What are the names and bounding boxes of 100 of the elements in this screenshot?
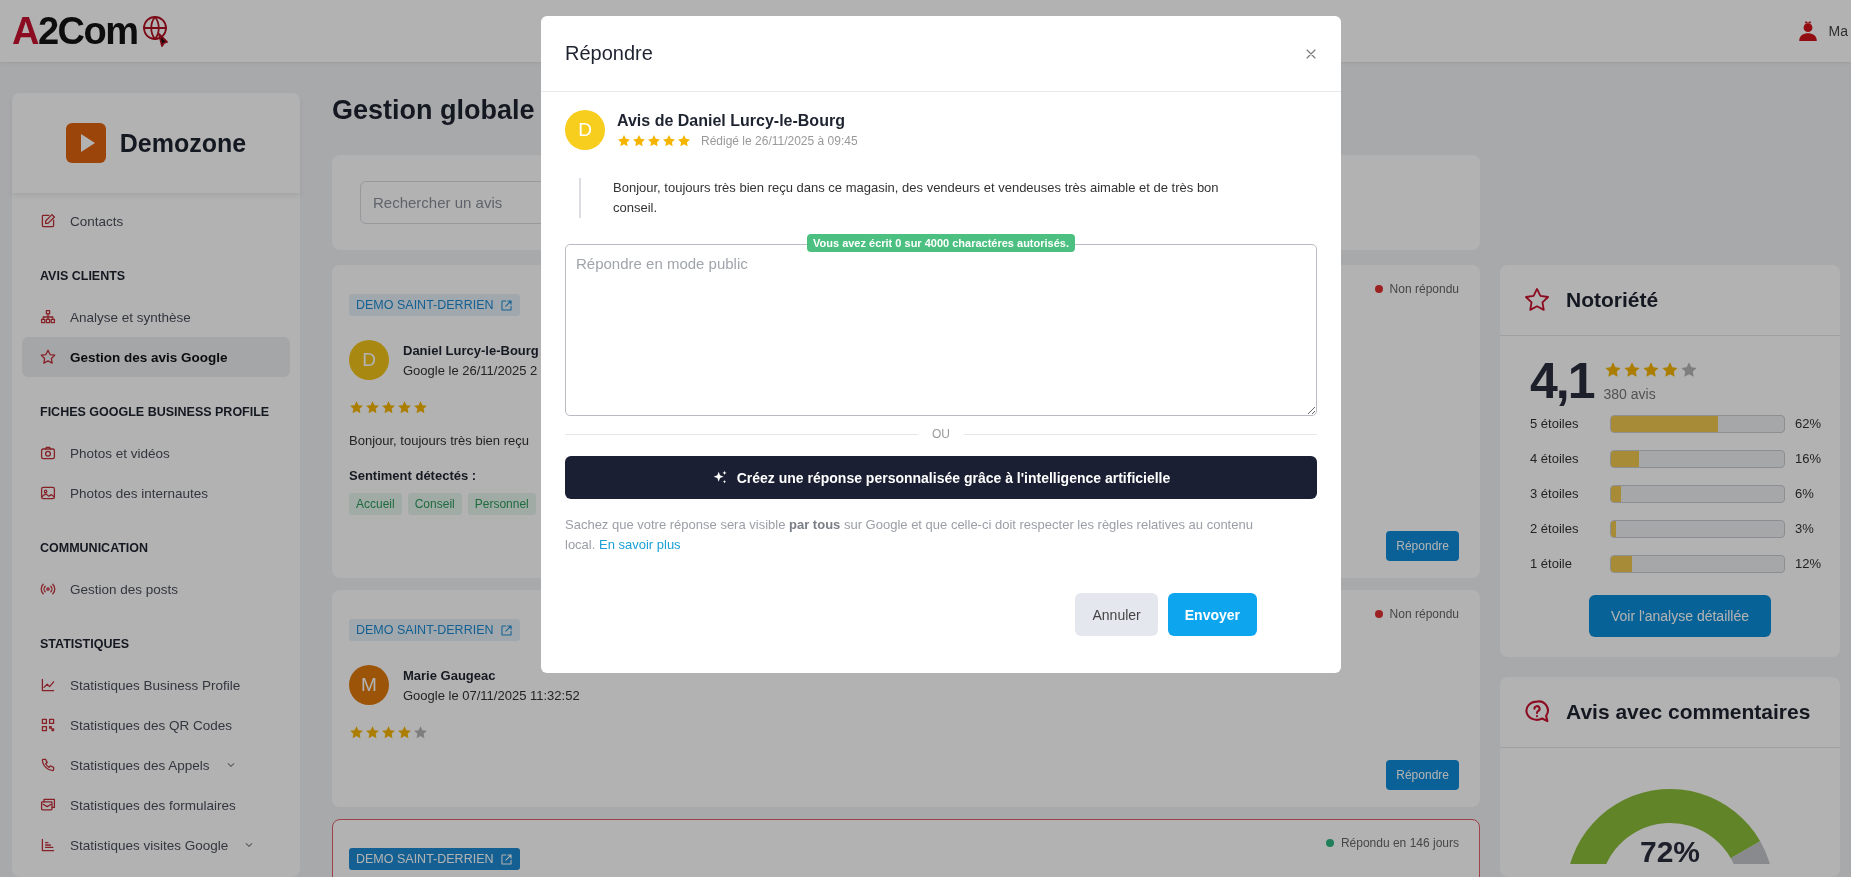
star-icon (1524, 287, 1550, 313)
review-quote: Bonjour, toujours très bien reçu dans ce magasin, des vendeurs et vendeuses très aimable et de très bon conseil. (579, 178, 1317, 218)
status-text: Non répondu (1389, 607, 1459, 621)
nav-item[interactable]: Photos et vidéos (22, 433, 290, 473)
nav-item[interactable]: Statistiques visites Google (22, 825, 290, 865)
user-name[interactable]: Ma (1828, 23, 1848, 39)
user-icon (1796, 20, 1819, 42)
review-date: Google le 07/11/2025 11:32:52 (403, 687, 580, 703)
detailed-analysis-button[interactable]: Voir l'analyse détaillée (1588, 595, 1772, 637)
avatar: D (565, 110, 605, 150)
section-heading: COMMUNICATION (39, 540, 150, 557)
status-text: Non répondu (1389, 282, 1459, 296)
phone-icon (40, 757, 56, 773)
rating-percent: 16% (1795, 451, 1823, 466)
nav-item[interactable]: Statistiques des Appels (22, 745, 290, 785)
review-date: Google le 26/11/2025 2 (403, 362, 539, 378)
sentiment-label: Sentiment détectés : (349, 468, 477, 483)
nav-item[interactable]: Contacts (22, 201, 290, 241)
star-icon (349, 400, 364, 415)
image-icon (40, 485, 56, 501)
rating-score: 4,1 (1530, 352, 1594, 410)
brand-name: Demozone (119, 128, 247, 158)
star-icon (381, 725, 396, 740)
nav-item[interactable]: Statistiques des QR Codes (22, 705, 290, 745)
separator-text: OU (932, 427, 950, 441)
star-icon (397, 400, 412, 415)
play-logo-icon (65, 123, 106, 163)
nav-item[interactable]: Gestion des avis Google (22, 337, 290, 377)
reply-button[interactable]: Répondre (1386, 531, 1459, 561)
review-count: 380 avis (1603, 385, 1657, 402)
pencil-square-icon (40, 213, 56, 229)
question-bubble-icon (1524, 699, 1550, 725)
sparkle-icon (711, 470, 727, 485)
section-heading: STATISTIQUES (39, 636, 131, 653)
status-text: Répondu en 146 jours (1340, 836, 1459, 850)
review-text: Bonjour, toujours très bien reçu (349, 433, 529, 448)
nav-item[interactable]: Analyse et synthèse (22, 297, 290, 337)
star-icon (632, 134, 646, 148)
review-date: Rédigé le 26/11/2025 à 09:45 (701, 134, 858, 148)
star-icon (413, 400, 428, 415)
sentiment-tag: Accueil (349, 493, 402, 515)
rating-label: 3 étoiles (1530, 486, 1580, 501)
learn-more-link[interactable]: En savoir plus (598, 537, 681, 552)
rating-percent: 3% (1795, 521, 1815, 536)
bar-chart-icon (40, 837, 56, 853)
nav-item[interactable]: Statistiques Business Profile (22, 665, 290, 705)
logo-link[interactable]: A2Com (12, 9, 172, 53)
star-icon (1622, 360, 1641, 379)
section-heading: AVIS CLIENTS (39, 268, 127, 285)
star-icon (1660, 360, 1679, 379)
cancel-button[interactable]: Annuler (1075, 593, 1158, 636)
nav-item[interactable]: Gestion des posts (22, 569, 290, 609)
star-icon (349, 725, 364, 740)
star-icon (1679, 360, 1698, 379)
external-link-icon (499, 852, 513, 866)
ai-reply-button[interactable]: Créez une réponse personnalisée grâce à l'intelligence artificielle (565, 456, 1317, 499)
star-icon (365, 725, 380, 740)
star-icon (647, 134, 661, 148)
card-title: Avis avec commentaires (1566, 700, 1811, 724)
envelope-icon (40, 797, 56, 813)
nav-item[interactable]: Statistiques des formulaires (22, 785, 290, 825)
rating-label: 5 étoiles (1530, 416, 1580, 431)
rating-label: 2 étoiles (1530, 521, 1580, 536)
qr-code-icon (40, 717, 56, 733)
camera-icon (40, 445, 56, 461)
external-link-icon (499, 623, 513, 637)
nav-item[interactable]: Photos des internautes (22, 473, 290, 513)
card-title: Notoriété (1566, 288, 1659, 312)
star-icon (413, 725, 428, 740)
author-name: Marie Gaugeac (403, 667, 497, 683)
star-icon (677, 134, 691, 148)
modal-title: Répondre (565, 42, 653, 65)
page-title: Gestion globale (332, 94, 535, 127)
character-counter: Vous avez écrit 0 sur 4000 charactéres autorisés. (807, 234, 1075, 252)
star-icon (662, 134, 676, 148)
rating-percent: 62% (1795, 416, 1823, 431)
star-icon (40, 349, 56, 365)
star-icon (1603, 360, 1622, 379)
site-link[interactable]: DEMO SAINT-DERRIEN (349, 848, 520, 870)
reply-button[interactable]: Répondre (1386, 760, 1459, 790)
hierarchy-icon (40, 309, 56, 325)
sentiment-tag: Personnel (467, 493, 536, 515)
avatar: D (349, 340, 389, 380)
avatar: M (349, 665, 389, 705)
broadcast-icon (40, 581, 56, 597)
donut-center-label: 72% (1640, 835, 1700, 864)
star-icon (1641, 360, 1660, 379)
rating-label: 4 étoiles (1530, 451, 1580, 466)
star-icon (365, 400, 380, 415)
rating-percent: 12% (1795, 556, 1823, 571)
star-icon (617, 134, 631, 148)
star-icon (397, 725, 412, 740)
external-link-icon (499, 298, 513, 312)
notice-text: Sachez que votre réponse sera visible par tous sur Google et que celle-ci doit respecter les règles relatives au contenu local. En savoir plus (565, 516, 1254, 554)
star-icon (381, 400, 396, 415)
review-title: Avis de Daniel Lurcy-le-Bourg (617, 112, 846, 130)
section-heading: FICHES GOOGLE BUSINESS PROFILE (39, 404, 271, 421)
author-name: Daniel Lurcy-le-Bourg (403, 342, 539, 358)
rating-percent: 6% (1795, 486, 1815, 501)
sentiment-tag: Conseil (407, 493, 462, 515)
